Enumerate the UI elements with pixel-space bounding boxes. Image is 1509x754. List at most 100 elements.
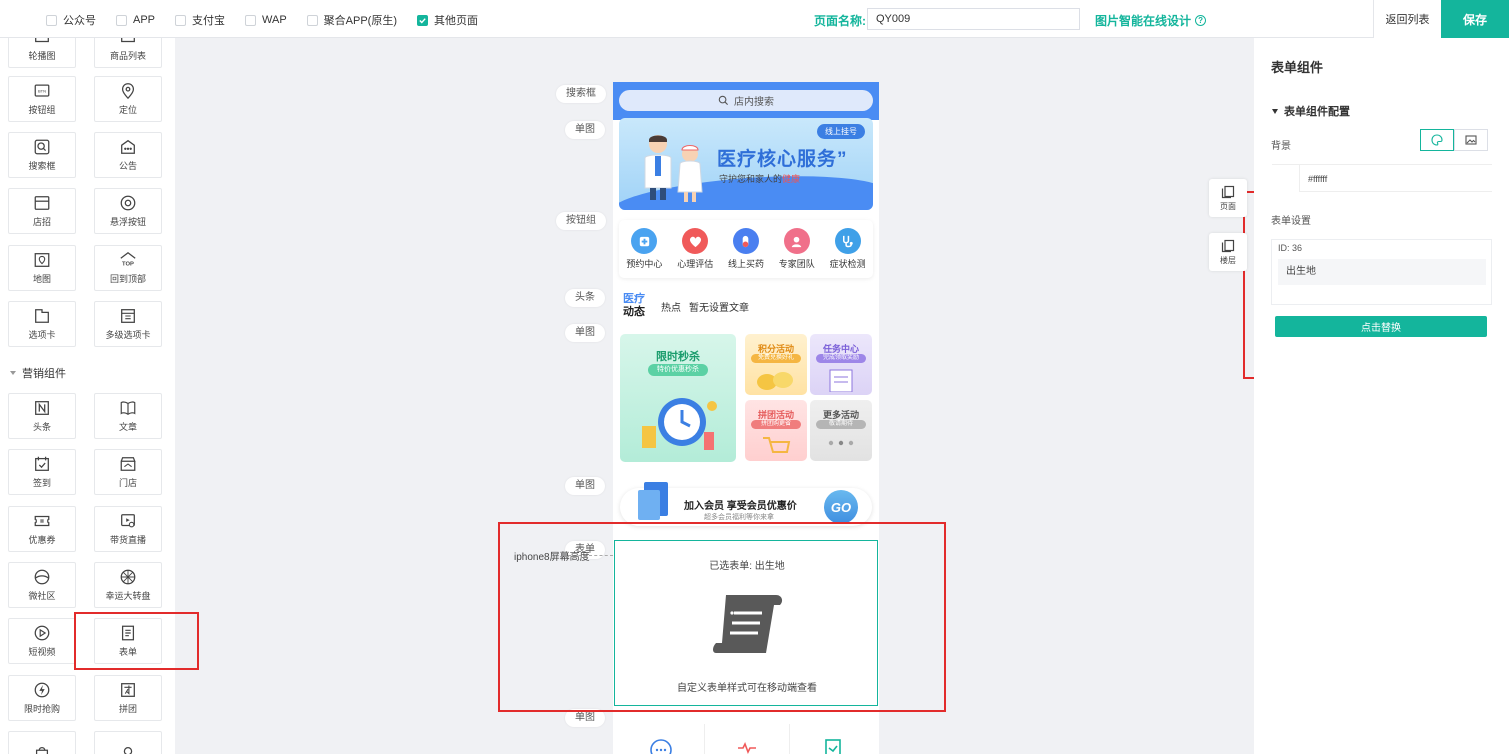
headline-bar[interactable]: 医疗 动态 热点 暂无设置文章 — [623, 290, 873, 322]
page-settings-button[interactable]: 页面 — [1209, 179, 1247, 217]
platform-other-pages[interactable]: 其他页面 — [417, 12, 478, 28]
component-label: 微社区 — [28, 591, 56, 601]
calendar-check-icon — [35, 456, 49, 471]
component-search-box[interactable]: 搜索框 — [8, 132, 76, 178]
component-article[interactable]: 文章 — [94, 393, 162, 439]
bg-image-option[interactable] — [1454, 129, 1488, 151]
service-expert-team[interactable]: 专家团队 — [779, 228, 815, 270]
checkbox[interactable] — [306, 14, 318, 26]
tile-flash-sale[interactable]: 限时秒杀 特价优惠秒杀 — [620, 334, 736, 462]
search-placeholder: 店内搜索 — [734, 97, 774, 108]
section-marketing[interactable]: 营销组件 — [10, 365, 66, 381]
component-checkin[interactable]: 签到 — [8, 449, 76, 495]
checkbox[interactable] — [175, 14, 187, 26]
play-icon — [34, 625, 50, 641]
component-label: 短视频 — [28, 647, 56, 657]
highlight-form-preview — [498, 522, 946, 712]
help-icon[interactable]: ? — [1195, 15, 1207, 26]
smart-design-link[interactable]: 图片智能在线设计? — [1095, 12, 1207, 29]
save-button[interactable]: 保存 — [1441, 0, 1509, 38]
canvas-label-image[interactable]: 单图 — [565, 324, 605, 342]
floor-button[interactable]: 楼层 — [1209, 233, 1247, 271]
article-icon — [120, 401, 136, 416]
tile-task-center[interactable]: 任务中心 完成领取奖励 — [810, 334, 872, 395]
logo-bottom: 动态 — [623, 306, 645, 318]
platform-wap[interactable]: WAP — [245, 12, 287, 28]
component-label: 轮播图 — [28, 51, 56, 61]
component-store-sign[interactable]: 店招 — [8, 188, 76, 234]
multi-tabs-icon — [121, 309, 135, 323]
component-carousel[interactable]: 轮播图 — [8, 38, 76, 68]
replace-form-button[interactable]: 点击替换 — [1275, 316, 1487, 337]
tile-more-activities[interactable]: 更多活动 敬请期待 — [810, 400, 872, 461]
canvas-label-headline[interactable]: 头条 — [565, 289, 605, 307]
component-short-video[interactable]: 短视频 — [8, 618, 76, 664]
component-label: 选项卡 — [28, 330, 56, 340]
checkbox[interactable] — [116, 14, 127, 26]
headline-text: 暂无设置文章 — [689, 302, 749, 314]
canvas-label-image[interactable]: 单图 — [565, 121, 605, 139]
component-more-2[interactable] — [94, 731, 162, 754]
bg-color-option[interactable] — [1420, 129, 1454, 151]
tile-points[interactable]: 积分活动 免费兑换好礼 — [745, 334, 807, 395]
color-swatch[interactable] — [1272, 165, 1300, 192]
component-button-group[interactable]: BTN 按钮组 — [8, 76, 76, 122]
checkbox[interactable] — [46, 14, 57, 26]
component-map[interactable]: 地图 — [8, 245, 76, 291]
bottom-item[interactable] — [619, 724, 705, 754]
component-product-list[interactable]: 商品列表 — [94, 38, 162, 68]
component-tabs[interactable]: 选项卡 — [8, 301, 76, 347]
component-store[interactable]: 门店 — [94, 449, 162, 495]
canvas-label-button-group[interactable]: 按钮组 — [556, 212, 606, 230]
platform-app[interactable]: APP — [116, 12, 155, 28]
component-multi-tabs[interactable]: 多级选项卡 — [94, 301, 162, 347]
component-coupon[interactable]: 优惠券 — [8, 506, 76, 552]
component-label: 多级选项卡 — [105, 330, 151, 340]
go-button[interactable]: GO — [824, 490, 858, 524]
vip-membership-banner[interactable]: 加入会员 享受会员优惠价 超多会员福利等你来拿 GO — [620, 482, 872, 526]
component-group-buy[interactable]: 拼团 — [94, 675, 162, 721]
bottom-item[interactable] — [705, 724, 791, 754]
tabs-icon — [35, 309, 49, 323]
platform-gongzhonghao[interactable]: 公众号 — [46, 12, 96, 28]
platform-alipay[interactable]: 支付宝 — [175, 12, 225, 28]
service-psych-assessment[interactable]: 心理评估 — [677, 228, 713, 270]
medical-banner[interactable]: 线上挂号 医疗核心服务” 守护您和家人的健康 — [619, 118, 873, 210]
tile-group-buy[interactable]: 拼团活动 拼团购更省 — [745, 400, 807, 461]
banner-title-text: 医疗核心服务 — [717, 149, 838, 170]
headline-icon — [35, 401, 49, 415]
service-symptom-check[interactable]: 症状检测 — [830, 228, 866, 270]
component-notice[interactable]: 公告 — [94, 132, 162, 178]
component-lucky-wheel[interactable]: 幸运大转盘 — [94, 562, 162, 608]
service-buy-medicine[interactable]: 线上买药 — [728, 228, 764, 270]
component-flash-sale[interactable]: 限时抢购 — [8, 675, 76, 721]
search-area[interactable]: 店内搜索 — [613, 82, 879, 120]
vip-subtitle: 超多会员福利等你来拿 — [704, 514, 774, 521]
component-float-button[interactable]: 悬浮按钮 — [94, 188, 162, 234]
online-register-tag[interactable]: 线上挂号 — [817, 124, 865, 139]
background-type-toggle — [1420, 129, 1488, 151]
form-id: ID: 36 — [1278, 243, 1303, 253]
component-location[interactable]: 定位 — [94, 76, 162, 122]
checkbox-checked[interactable] — [417, 14, 429, 26]
service-appointment[interactable]: 预约中心 — [626, 228, 662, 270]
config-section-toggle[interactable]: 表单组件配置 — [1272, 103, 1350, 119]
bottom-image-row[interactable] — [619, 724, 875, 754]
component-back-to-top[interactable]: TOP 回到顶部 — [94, 245, 162, 291]
component-headline[interactable]: 头条 — [8, 393, 76, 439]
return-list-button[interactable]: 返回列表 — [1373, 0, 1441, 38]
canvas-label-image[interactable]: 单图 — [565, 477, 605, 495]
store-search-box[interactable]: 店内搜索 — [619, 90, 873, 111]
platform-native-app[interactable]: 聚合APP(原生) — [306, 12, 397, 28]
canvas-label-search[interactable]: 搜索框 — [556, 85, 606, 103]
checkbox[interactable] — [245, 14, 257, 26]
bottom-item[interactable] — [790, 724, 875, 754]
component-live[interactable]: 带货直播 — [94, 506, 162, 552]
banner-subtitle-text: 守护您和家人的 — [719, 174, 783, 184]
group-buy-icon — [121, 683, 135, 697]
color-hex-value[interactable]: #ffffff — [1308, 174, 1327, 184]
component-community[interactable]: 微社区 — [8, 562, 76, 608]
page-name-input[interactable] — [867, 8, 1080, 30]
background-color-picker[interactable]: #ffffff — [1272, 164, 1492, 192]
component-more-1[interactable] — [8, 731, 76, 754]
